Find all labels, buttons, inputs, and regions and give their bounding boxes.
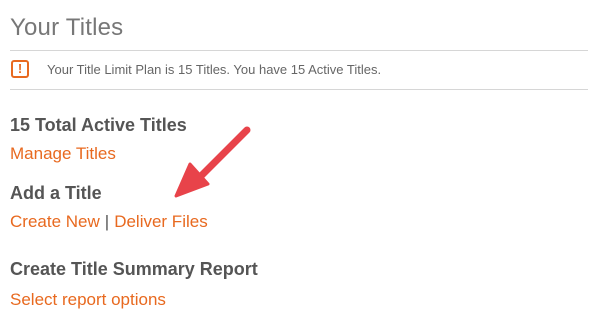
active-titles-heading: 15 Total Active Titles	[10, 115, 187, 135]
summary-report-section: Create Title Summary Report Select repor…	[10, 258, 258, 311]
link-separator: |	[104, 212, 110, 231]
divider-top	[10, 50, 588, 51]
annotation-arrow-icon	[174, 126, 251, 198]
deliver-files-link[interactable]: Deliver Files	[114, 211, 208, 233]
alert-square-icon: !	[11, 60, 29, 78]
add-title-links: Create New | Deliver Files	[10, 211, 208, 233]
manage-titles-link[interactable]: Manage Titles	[10, 143, 187, 165]
create-new-link[interactable]: Create New	[10, 211, 100, 233]
select-report-options-link[interactable]: Select report options	[10, 289, 258, 311]
title-limit-notice: ! Your Title Limit Plan is 15 Titles. Yo…	[11, 58, 381, 80]
divider-bottom	[10, 89, 588, 90]
summary-report-heading: Create Title Summary Report	[10, 259, 258, 279]
page-title: Your Titles	[10, 14, 124, 41]
notice-text: Your Title Limit Plan is 15 Titles. You …	[47, 61, 382, 77]
active-titles-section: 15 Total Active Titles Manage Titles	[10, 114, 187, 165]
